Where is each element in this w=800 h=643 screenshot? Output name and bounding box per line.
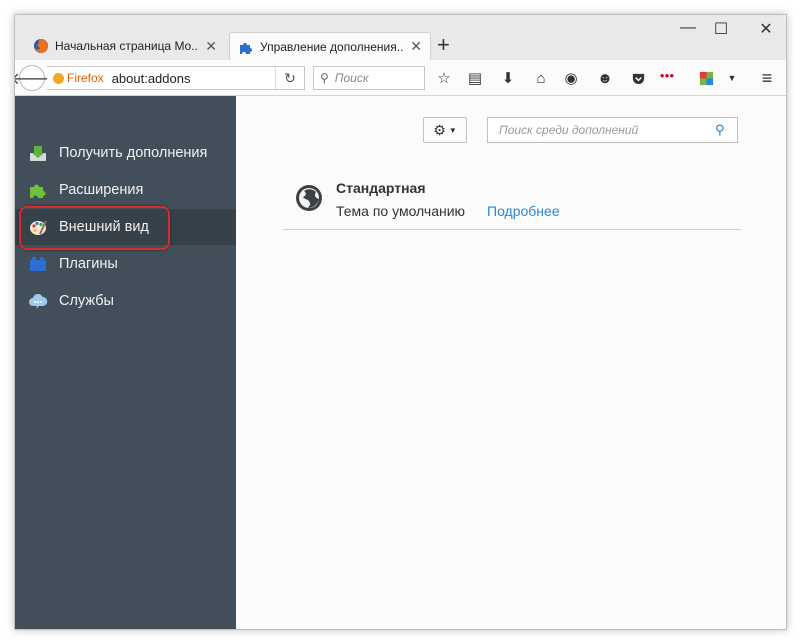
identity-label: Firefox (67, 71, 104, 85)
list-item[interactable]: Стандартная Тема по умолчанию Подробнее (283, 176, 741, 230)
sidebar-item-extensions[interactable]: Расширения (15, 172, 236, 208)
tab-label: Начальная страница Mo... (55, 39, 200, 53)
theme-description: Тема по умолчанию (336, 203, 466, 219)
default-theme-icon (296, 185, 322, 211)
theme-name: Стандартная (336, 180, 426, 196)
puzzle-icon (30, 184, 46, 198)
addons-content: ⚙ ▼ Поиск среди дополнений ⚲ Стандартная… (236, 96, 786, 629)
home-icon[interactable]: ⌂ (532, 69, 550, 87)
tab-start-page[interactable]: Начальная страница Mo... ✕ (25, 32, 225, 60)
identity-box[interactable]: Firefox (47, 71, 104, 85)
search-icon[interactable]: ⚲ (715, 122, 737, 138)
sidebar-item-label: Получить дополнения (59, 145, 208, 161)
sidebar-item-label: Расширения (59, 182, 144, 198)
search-icon: ⚲ (320, 71, 329, 85)
title-bar: Начальная страница Mo... ✕ Управление до… (15, 15, 786, 60)
reading-list-icon[interactable]: ▤ (466, 69, 484, 87)
sidebar-item-services[interactable]: Службы (15, 283, 236, 319)
search-placeholder: Поиск (334, 71, 369, 85)
back-button[interactable]: 🡐 (15, 65, 53, 91)
extension-icon[interactable] (697, 69, 715, 87)
gear-icon: ⚙ (433, 121, 446, 138)
close-icon[interactable]: ✕ (205, 38, 217, 55)
more-info-link[interactable]: Подробнее (487, 203, 560, 219)
more-dots-icon[interactable]: ●●● (658, 66, 676, 84)
addons-search-placeholder: Поиск среди дополнений (499, 123, 639, 137)
categories-sidebar: Получить дополнения Расширения Внешний в… (15, 96, 236, 629)
tab-addons-manager[interactable]: Управление дополнения... ✕ (229, 32, 431, 60)
search-bar[interactable]: ⚲ Поиск (313, 66, 425, 90)
services-cloud-icon (29, 293, 48, 309)
lego-block-icon (30, 257, 46, 271)
smiley-icon[interactable]: ☻ (596, 69, 614, 87)
highlight-frame (19, 206, 170, 250)
url-text[interactable]: about:addons (112, 71, 275, 86)
sidebar-item-get-addons[interactable]: Получить дополнения (15, 135, 236, 171)
pocket-icon[interactable] (629, 69, 647, 87)
reload-button[interactable]: ↻ (275, 67, 304, 89)
firefox-icon (53, 72, 64, 84)
sidebar-item-plugins[interactable]: Плагины (15, 246, 236, 282)
sidebar-item-label: Плагины (59, 256, 118, 272)
download-icon[interactable]: ⬇ (499, 69, 517, 87)
url-bar[interactable]: Firefox about:addons ↻ (47, 66, 305, 90)
close-icon[interactable]: ✕ (410, 38, 422, 55)
firefox-icon (34, 38, 49, 53)
reload-icon: ↻ (284, 69, 296, 86)
get-addons-icon (30, 146, 46, 161)
close-window-button[interactable]: ✕ (746, 19, 786, 39)
tools-menu-button[interactable]: ⚙ ▼ (423, 117, 467, 143)
menu-hamburger-icon[interactable]: ≡ (758, 68, 776, 88)
browser-window: Начальная страница Mo... ✕ Управление до… (14, 14, 787, 630)
addons-search-input[interactable]: Поиск среди дополнений ⚲ (487, 117, 738, 143)
maximize-button[interactable]: ☐ (701, 19, 741, 39)
bookmark-star-icon[interactable]: ☆ (435, 69, 453, 87)
chevron-down-icon: ▼ (448, 125, 457, 135)
tab-label: Управление дополнения... (260, 39, 405, 54)
puzzle-icon (240, 42, 252, 54)
new-tab-button[interactable]: + (437, 32, 450, 58)
chevron-down-icon[interactable]: ▼ (723, 69, 741, 87)
globe-addon-icon[interactable]: ◉ (562, 69, 580, 87)
nav-bar: 🡐 Firefox about:addons ↻ ⚲ Поиск ☆ ▤ ⬇ ⌂… (15, 60, 786, 96)
sidebar-item-label: Службы (59, 293, 114, 309)
